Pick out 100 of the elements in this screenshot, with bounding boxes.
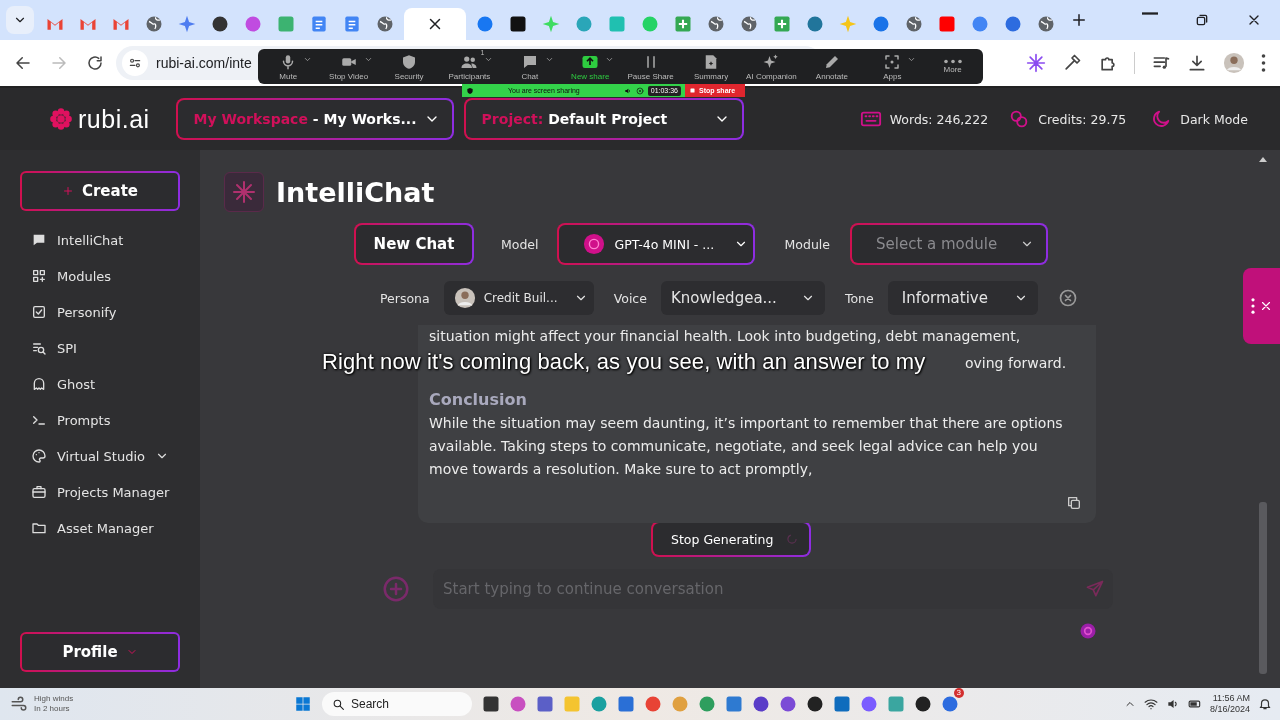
checkbox-icon (31, 304, 47, 320)
toolbar-button[interactable]: Annotate (803, 52, 860, 81)
status-icon (635, 86, 644, 95)
shield-icon (400, 52, 418, 71)
download-icon (1187, 53, 1207, 73)
tune-icon (128, 56, 142, 70)
toolbar-button[interactable]: New share (562, 52, 619, 81)
ghost-icon (31, 376, 47, 392)
clock-time: 11:56 AM (1212, 693, 1250, 704)
module-dropdown[interactable]: Select a module (850, 223, 1048, 265)
persona-dropdown[interactable]: Credit Buil... (443, 281, 594, 315)
toolbar-button[interactable]: Pause Share (622, 52, 679, 81)
field-label: Model (501, 236, 539, 252)
sidebar-item[interactable]: IntelliChat (0, 222, 200, 258)
stop-generating-button[interactable]: Stop Generating (651, 521, 812, 557)
folder-icon (31, 520, 47, 536)
dots-icon (1250, 298, 1255, 314)
weather-title: High winds (34, 694, 74, 704)
model-icon (582, 233, 605, 255)
new-chat-button[interactable]: New Chat (354, 223, 474, 265)
workspace-dropdown[interactable]: My Workspace - My Works... (175, 98, 454, 140)
voice-dropdown[interactable]: Knowledgea... (660, 281, 825, 315)
clear-icon (1057, 288, 1078, 308)
sidebar-item[interactable]: Prompts (0, 402, 200, 438)
clear-button[interactable] (1057, 288, 1078, 308)
copy-button[interactable] (1066, 495, 1082, 511)
send-icon (1085, 579, 1105, 599)
speaker-icon (1165, 697, 1180, 711)
toolbar-button[interactable]: Stop Video (320, 52, 377, 81)
taskbar-app[interactable]: 3 (937, 691, 963, 717)
toolbar-button[interactable]: More (924, 59, 981, 74)
profile-button[interactable]: Profile (20, 632, 180, 672)
new-tab-button[interactable] (1070, 11, 1088, 29)
sidebar-item[interactable]: Asset Manager (0, 510, 200, 546)
page-title: IntelliChat (276, 176, 435, 208)
sidebar-item[interactable]: Projects Manager (0, 474, 200, 510)
clock-date: 8/16/2024 (1209, 704, 1250, 715)
toolbar-button[interactable]: Mute (260, 52, 317, 81)
reload-icon (86, 54, 104, 72)
field-label: Voice (613, 290, 647, 306)
dark-mode-toggle[interactable]: Dark Mode (1150, 108, 1248, 130)
flower-icon (48, 106, 74, 132)
field-label: Tone (844, 290, 874, 306)
sidebar-item[interactable]: Virtual Studio (0, 438, 200, 474)
wind-icon (10, 695, 28, 713)
more-icon (943, 59, 962, 64)
grid-icon (31, 268, 47, 284)
toolbar-button[interactable]: Apps (864, 52, 921, 81)
bell-icon (1258, 697, 1272, 711)
toolbar-button[interactable]: Security (381, 52, 437, 81)
menu-icon[interactable] (1261, 54, 1266, 72)
battery-icon (1187, 697, 1202, 711)
plus-icon (61, 185, 74, 197)
shield-icon (466, 86, 474, 95)
field-label: Persona (380, 290, 430, 306)
back-icon (14, 54, 32, 72)
site-info-button[interactable] (122, 50, 148, 76)
bot-icon (1078, 621, 1098, 641)
asterisk-icon (1026, 53, 1046, 73)
sidebar-item[interactable]: Ghost (0, 366, 200, 402)
avatar-icon (453, 287, 476, 309)
stop-icon (689, 87, 696, 94)
credits-count: Credits: 29.75 (1038, 111, 1127, 127)
tone-dropdown[interactable]: Informative (887, 281, 1038, 315)
toolbar-button[interactable]: Summary (683, 52, 740, 81)
windows-icon (294, 695, 312, 713)
wifi-icon (1143, 697, 1158, 711)
taskbar-search[interactable]: Search (322, 692, 472, 716)
side-panel-tab[interactable] (1243, 268, 1280, 344)
toolbar-button[interactable]: AI Companion (743, 52, 800, 81)
message-heading: Conclusion (429, 389, 528, 411)
toolbar-button[interactable]: Chat (501, 52, 558, 81)
forward-icon (50, 54, 68, 72)
logo: rubi.ai (78, 104, 150, 134)
restore-icon (1194, 12, 1210, 28)
project-dropdown[interactable]: Project: Default Project (463, 98, 744, 140)
words-count: Words: 246,222 (889, 111, 989, 127)
sidebar-item[interactable]: SPI (0, 330, 200, 366)
search-icon (332, 697, 345, 711)
palette-icon (31, 448, 47, 464)
message-text: situation might affect your financial health. Look into budgeting, debt management, (429, 328, 1021, 344)
minimize-icon[interactable] (1142, 12, 1158, 15)
search-list-icon (31, 340, 47, 356)
sidebar-item[interactable]: Personify (0, 294, 200, 330)
briefcase-icon (31, 484, 47, 500)
field-label: Module (784, 236, 830, 252)
chat-icon (31, 232, 47, 248)
copy-icon (1066, 495, 1082, 511)
address-bar[interactable]: rubi-ai.com/inte (156, 55, 252, 71)
spinner-icon (785, 532, 800, 546)
weather-subtitle: In 2 hours (34, 704, 71, 714)
plus-icon (381, 574, 411, 604)
plus-icon (1070, 11, 1088, 29)
message-text: oving forward. (965, 355, 1067, 371)
eyedropper-icon (1062, 53, 1082, 73)
create-button[interactable]: Create (20, 171, 180, 211)
sidebar-item[interactable]: Modules (0, 258, 200, 294)
model-dropdown[interactable]: GPT-4o MINI - ... (556, 223, 755, 265)
speaker-icon (623, 86, 632, 95)
avatar-icon (1223, 52, 1245, 74)
